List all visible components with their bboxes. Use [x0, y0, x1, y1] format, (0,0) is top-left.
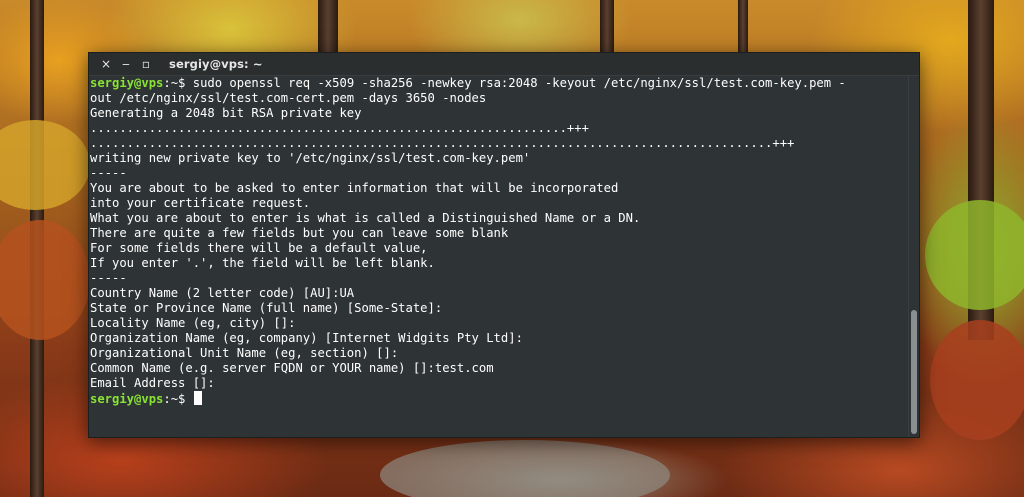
output-line: ........................................… — [90, 136, 795, 150]
output-line: out /etc/nginx/ssl/test.com-cert.pem -da… — [90, 91, 487, 105]
terminal-output[interactable]: sergiy@vps:~$ sudo openssl req -x509 -sh… — [89, 76, 908, 436]
minimize-icon[interactable]: ‒ — [117, 55, 135, 73]
output-line: Organizational Unit Name (eg, section) [… — [90, 346, 399, 360]
foliage — [0, 220, 90, 340]
tree-trunk — [738, 0, 748, 60]
output-line: ----- — [90, 271, 127, 285]
output-line: You are about to be asked to enter infor… — [90, 181, 619, 195]
scrollbar-thumb[interactable] — [911, 310, 917, 434]
foliage — [0, 120, 90, 210]
output-line: What you are about to enter is what is c… — [90, 211, 641, 225]
output-line: Locality Name (eg, city) []: — [90, 316, 296, 330]
output-line: Email Address []: — [90, 376, 215, 390]
prompt-path: :~$ — [163, 392, 193, 406]
text-cursor — [193, 391, 202, 405]
output-line: ........................................… — [90, 121, 589, 135]
prompt-user: sergiy@vps — [90, 392, 164, 406]
output-line: There are quite a few fields but you can… — [90, 226, 509, 240]
output-line: Organization Name (eg, company) [Interne… — [90, 331, 523, 345]
output-line: If you enter '.', the field will be left… — [90, 256, 435, 270]
command-text: sudo openssl req -x509 -sha256 -newkey r… — [192, 76, 846, 90]
foliage — [925, 200, 1024, 310]
current-prompt-line[interactable]: sergiy@vps:~$ — [90, 391, 908, 406]
tree-trunk — [600, 0, 614, 60]
title-bar[interactable]: × ‒ ▫ sergiy@vps: ~ — [89, 53, 919, 76]
close-icon[interactable]: × — [97, 55, 115, 73]
maximize-icon[interactable]: ▫ — [137, 55, 155, 73]
prompt-user: sergiy@vps — [90, 76, 164, 90]
output-line: Country Name (2 letter code) [AU]:UA — [90, 286, 355, 300]
command-line: sergiy@vps:~$ sudo openssl req -x509 -sh… — [90, 76, 908, 91]
prompt-path: :~$ — [163, 76, 193, 90]
foliage — [380, 440, 670, 497]
output-line: writing new private key to '/etc/nginx/s… — [90, 151, 531, 165]
tree-trunk — [318, 0, 338, 60]
terminal-window[interactable]: × ‒ ▫ sergiy@vps: ~ sergiy@vps:~$ sudo o… — [88, 52, 920, 438]
window-title: sergiy@vps: ~ — [169, 57, 263, 71]
output-line: ----- — [90, 166, 127, 180]
output-line: State or Province Name (full name) [Some… — [90, 301, 443, 315]
output-line: into your certificate request. — [90, 196, 311, 210]
output-line: Common Name (e.g. server FQDN or YOUR na… — [90, 361, 494, 375]
output-line: For some fields there will be a default … — [90, 241, 428, 255]
output-line: Generating a 2048 bit RSA private key — [90, 106, 362, 120]
vertical-scrollbar[interactable] — [908, 76, 919, 437]
foliage — [930, 320, 1024, 440]
